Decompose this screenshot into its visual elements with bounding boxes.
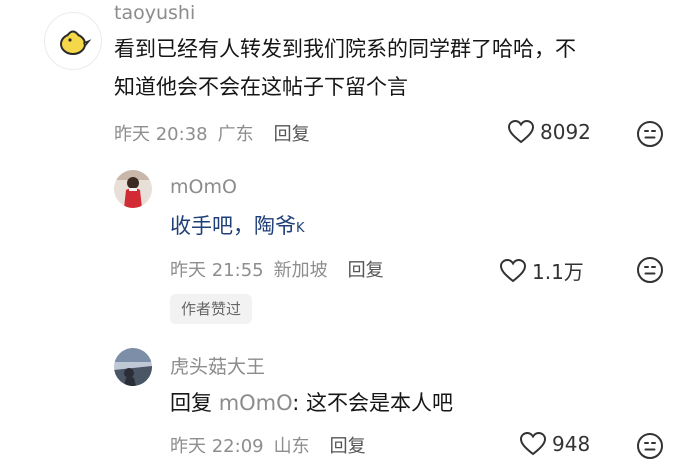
comment-line: 收手吧，陶爷 <box>170 214 296 238</box>
heart-icon <box>500 258 526 282</box>
comment-meta: 昨天 22:09 山东 回复 <box>170 432 376 458</box>
heart-icon <box>508 120 534 144</box>
comment-line: : 这不会是本人吧 <box>292 391 454 415</box>
like-button[interactable]: 1.1万 <box>500 256 584 285</box>
timestamp: 昨天 20:38 <box>114 124 208 145</box>
yellow-chick-icon <box>60 30 92 55</box>
comment-line: 看到已经有人转发到我们院系的同学群了哈哈，不 <box>114 37 576 61</box>
like-button[interactable]: 8092 <box>508 120 591 144</box>
reply-button[interactable]: 回复 <box>274 120 310 146</box>
username[interactable]: taoyushi <box>114 2 195 24</box>
author-liked-badge: 作者赞过 <box>170 294 253 324</box>
like-count: 948 <box>552 432 591 456</box>
username[interactable]: 虎头菇大王 <box>170 352 265 379</box>
location: 新加坡 <box>273 260 328 281</box>
avatar[interactable] <box>114 348 152 386</box>
reply-button[interactable]: 回复 <box>348 256 384 282</box>
avatar[interactable] <box>114 170 152 208</box>
timestamp: 昨天 22:09 <box>170 436 264 457</box>
comment-text: 收手吧，陶爷𝖪 <box>170 207 305 245</box>
location: 广东 <box>217 124 254 145</box>
mention-link[interactable]: mOmO <box>219 391 293 415</box>
like-count: 8092 <box>540 120 591 144</box>
dislike-icon[interactable] <box>636 256 664 284</box>
location: 山东 <box>273 436 310 457</box>
comment-text: 看到已经有人转发到我们院系的同学群了哈哈，不 知道他会不会在这帖子下留个言 <box>114 30 576 106</box>
like-count: 1.1万 <box>532 260 584 284</box>
dislike-icon[interactable] <box>636 120 664 148</box>
heart-icon <box>520 432 546 456</box>
timestamp: 昨天 21:55 <box>170 260 264 281</box>
avatar[interactable] <box>44 12 102 70</box>
like-button[interactable]: 948 <box>520 432 590 456</box>
search-icon: 𝖪 <box>296 221 305 236</box>
photo-avatar <box>114 348 152 386</box>
reply-button[interactable]: 回复 <box>330 432 366 458</box>
dislike-icon[interactable] <box>636 432 664 460</box>
comment-text: 回复 mOmO: 这不会是本人吧 <box>170 384 453 422</box>
photo-avatar <box>114 170 152 208</box>
comment-line: 知道他会不会在这帖子下留个言 <box>114 75 408 99</box>
comment-meta: 昨天 20:38 广东 回复 <box>114 120 320 146</box>
username[interactable]: mOmO <box>170 176 237 198</box>
comment-meta: 昨天 21:55 新加坡 回复 <box>170 256 394 282</box>
reply-prefix: 回复 <box>170 391 212 415</box>
